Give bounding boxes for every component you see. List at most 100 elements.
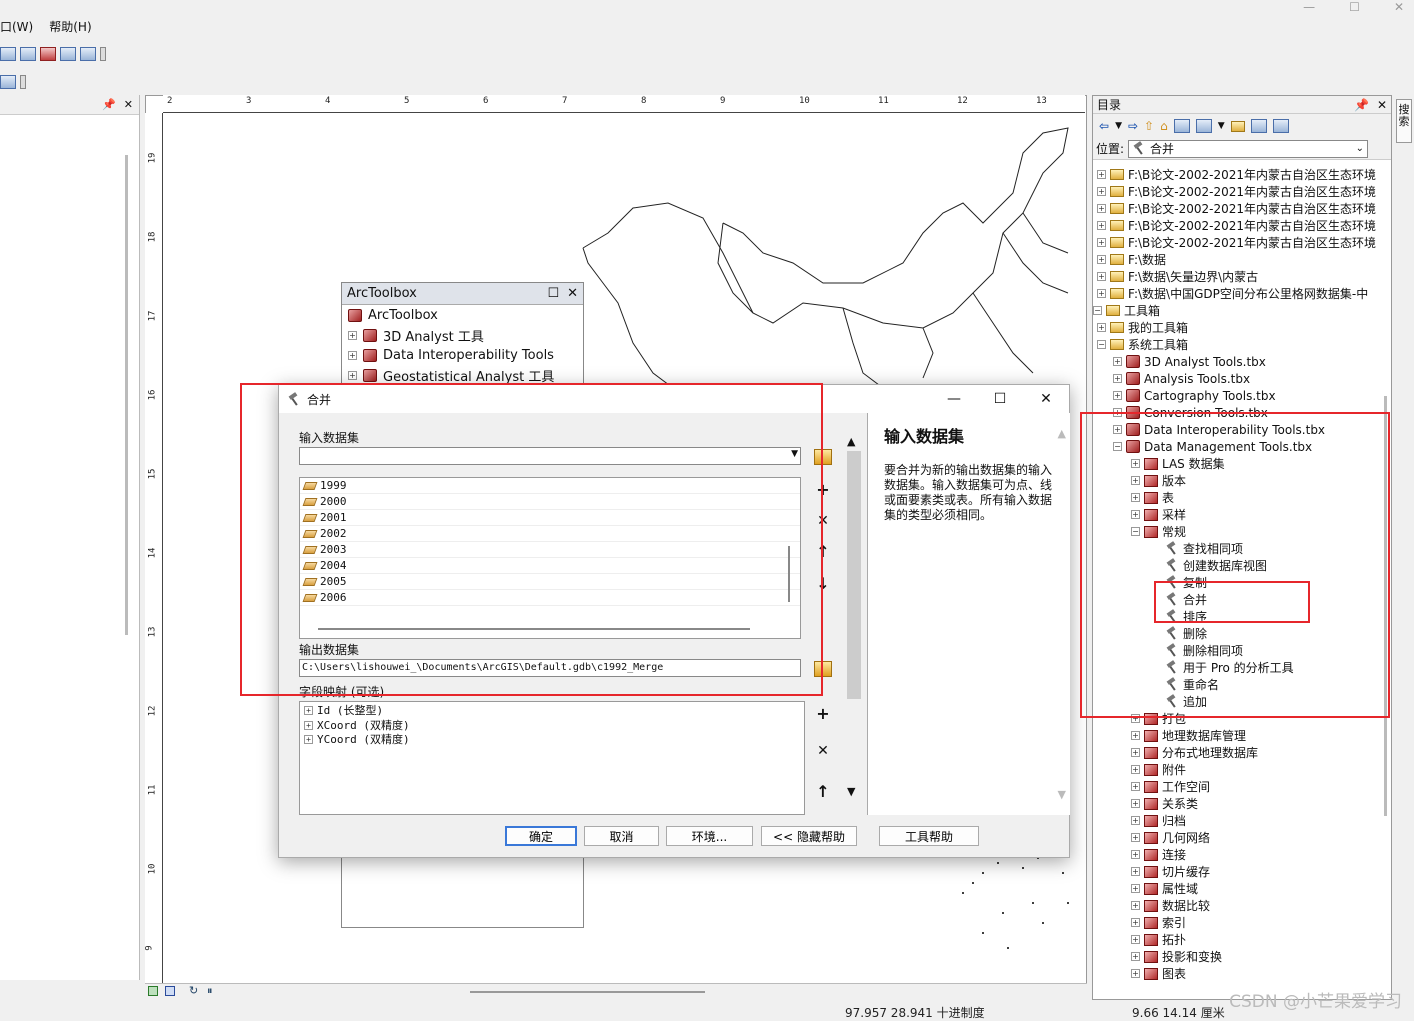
catalog-tree-item[interactable]: 创建数据库视图 [1093, 557, 1379, 574]
minimize-icon[interactable]: — [931, 385, 977, 413]
expand-icon[interactable]: + [1097, 221, 1106, 230]
catalog-tree-item[interactable]: +关系类 [1093, 795, 1379, 812]
expand-icon[interactable]: + [1113, 391, 1122, 400]
maximize-icon[interactable]: ☐ [1349, 0, 1360, 14]
catalog-tree-item[interactable]: +F:\数据 [1093, 251, 1379, 268]
catalog-tree-item[interactable]: +投影和变换 [1093, 948, 1379, 965]
toolbar-icon[interactable] [0, 47, 16, 61]
browse-folder-icon[interactable] [814, 661, 832, 677]
catalog-tree-item[interactable]: +F:\B论文-2002-2021年内蒙古自治区生态环境 [1093, 234, 1379, 251]
catalog-tree-item[interactable]: +几何网络 [1093, 829, 1379, 846]
catalog-tree-item[interactable]: −工具箱 [1093, 302, 1379, 319]
expand-icon[interactable]: + [1113, 408, 1122, 417]
expand-icon[interactable]: + [1131, 731, 1140, 740]
toolbar-icon[interactable] [0, 75, 16, 89]
remove-field-icon[interactable]: ✕ [813, 741, 833, 761]
catalog-tree-item[interactable]: 删除 [1093, 625, 1379, 642]
expand-icon[interactable]: + [1113, 357, 1122, 366]
field-item[interactable]: +Id (长整型) [300, 702, 804, 718]
catalog-tree-item[interactable]: 删除相同项 [1093, 642, 1379, 659]
scroll-up-icon[interactable]: ▲ [847, 435, 855, 448]
catalog-tree-item[interactable]: +归档 [1093, 812, 1379, 829]
expand-icon[interactable]: + [304, 721, 313, 730]
output-dataset-input[interactable]: C:\Users\lishouwei_\Documents\ArcGIS\Def… [299, 659, 801, 677]
toolbar-dropdown-icon[interactable] [100, 47, 106, 61]
catalog-tree-item[interactable]: +F:\B论文-2002-2021年内蒙古自治区生态环境 [1093, 200, 1379, 217]
catalog-tree-item[interactable]: +Data Interoperability Tools.tbx [1093, 421, 1379, 438]
field-item[interactable]: +YCoord (双精度) [300, 732, 804, 746]
expand-icon[interactable]: + [1131, 867, 1140, 876]
expand-icon[interactable]: + [1097, 204, 1106, 213]
catalog-tree-item[interactable]: 重命名 [1093, 676, 1379, 693]
expand-icon[interactable]: + [304, 735, 313, 744]
catalog-tree-item[interactable]: +LAS 数据集 [1093, 455, 1379, 472]
maximize-icon[interactable]: ☐ [977, 385, 1023, 413]
scroll-down-icon[interactable]: ▼ [1058, 788, 1066, 801]
add-icon[interactable]: + [813, 479, 833, 499]
arrow-down-icon[interactable]: ↓ [813, 573, 833, 593]
list-item[interactable]: 2006 [300, 590, 800, 606]
catalog-tree-item[interactable]: +F:\数据\中国GDP空间分布公里格网数据集-中 [1093, 285, 1379, 302]
list-item[interactable]: 2005 [300, 574, 800, 590]
expand-icon[interactable]: + [348, 351, 357, 360]
input-datasets-combo[interactable]: ▼ [299, 447, 801, 465]
catalog-tree-item[interactable]: +F:\B论文-2002-2021年内蒙古自治区生态环境 [1093, 183, 1379, 200]
catalog-tree-item[interactable]: +F:\B论文-2002-2021年内蒙古自治区生态环境 [1093, 217, 1379, 234]
expand-icon[interactable]: + [1131, 884, 1140, 893]
options-icon[interactable] [1273, 119, 1289, 133]
expand-icon[interactable]: + [1097, 187, 1106, 196]
toolbar-dropdown-icon[interactable] [20, 75, 26, 89]
expand-icon[interactable]: + [1097, 272, 1106, 281]
close-icon[interactable]: ✕ [1377, 98, 1387, 112]
home-icon[interactable]: ⌂ [1160, 119, 1168, 133]
python-window-icon[interactable] [60, 47, 76, 61]
expand-icon[interactable]: + [1131, 782, 1140, 791]
expand-icon[interactable]: − [1097, 340, 1106, 349]
remove-icon[interactable]: ✕ [813, 511, 833, 531]
catalog-tree-item[interactable]: 排序 [1093, 608, 1379, 625]
scrollbar[interactable] [788, 546, 790, 602]
chevron-down-icon[interactable]: ▼ [1218, 121, 1225, 131]
expand-icon[interactable]: + [1131, 510, 1140, 519]
modelbuilder-icon[interactable] [80, 47, 96, 61]
catalog-tree-item[interactable]: +3D Analyst Tools.tbx [1093, 353, 1379, 370]
tree-view-icon[interactable] [1251, 119, 1267, 133]
expand-icon[interactable]: − [1113, 442, 1122, 451]
expand-icon[interactable]: + [1097, 170, 1106, 179]
hide-help-button[interactable]: << 隐藏帮助 [761, 826, 857, 846]
minimize-icon[interactable]: — [1303, 0, 1315, 14]
list-item[interactable]: 2001 [300, 510, 800, 526]
expand-icon[interactable]: + [1097, 255, 1106, 264]
expand-icon[interactable]: + [1131, 476, 1140, 485]
menu-help[interactable]: 帮助(H) [49, 16, 91, 38]
scroll-down-icon[interactable]: ▼ [847, 785, 855, 798]
close-icon[interactable]: ✕ [1023, 385, 1069, 413]
data-view-icon[interactable] [148, 986, 158, 996]
location-combo[interactable]: 合并 ⌄ [1128, 140, 1368, 158]
catalog-tree-item[interactable]: −常规 [1093, 523, 1379, 540]
expand-icon[interactable]: + [1131, 935, 1140, 944]
arctoolbox-item[interactable]: +Data Interoperability Tools [342, 345, 583, 365]
arctoolbox-root[interactable]: ArcToolbox [342, 305, 583, 325]
catalog-tree-item[interactable]: +Cartography Tools.tbx [1093, 387, 1379, 404]
expand-icon[interactable]: + [348, 371, 357, 380]
layout-view-icon[interactable] [165, 986, 175, 996]
expand-icon[interactable]: + [1131, 748, 1140, 757]
toolbar-icon[interactable] [20, 47, 36, 61]
catalog-tree-item[interactable]: +表 [1093, 489, 1379, 506]
connect-folder-icon[interactable] [1174, 119, 1190, 133]
pause-icon[interactable]: ⏸ [207, 984, 213, 998]
catalog-tree-item[interactable]: 查找相同项 [1093, 540, 1379, 557]
catalog-tree-item[interactable]: +地理数据库管理 [1093, 727, 1379, 744]
catalog-tree-item[interactable]: +我的工具箱 [1093, 319, 1379, 336]
scrollbar[interactable] [1384, 396, 1387, 816]
expand-icon[interactable]: + [1113, 374, 1122, 383]
new-folder-icon[interactable] [1231, 121, 1245, 132]
expand-icon[interactable]: + [1131, 714, 1140, 723]
expand-icon[interactable]: + [1097, 289, 1106, 298]
catalog-tree-item[interactable]: +数据比较 [1093, 897, 1379, 914]
catalog-tree-item[interactable]: +工作空间 [1093, 778, 1379, 795]
tool-help-button[interactable]: 工具帮助 [879, 826, 979, 846]
browse-folder-icon[interactable] [814, 449, 832, 465]
catalog-tree-item[interactable]: +附件 [1093, 761, 1379, 778]
